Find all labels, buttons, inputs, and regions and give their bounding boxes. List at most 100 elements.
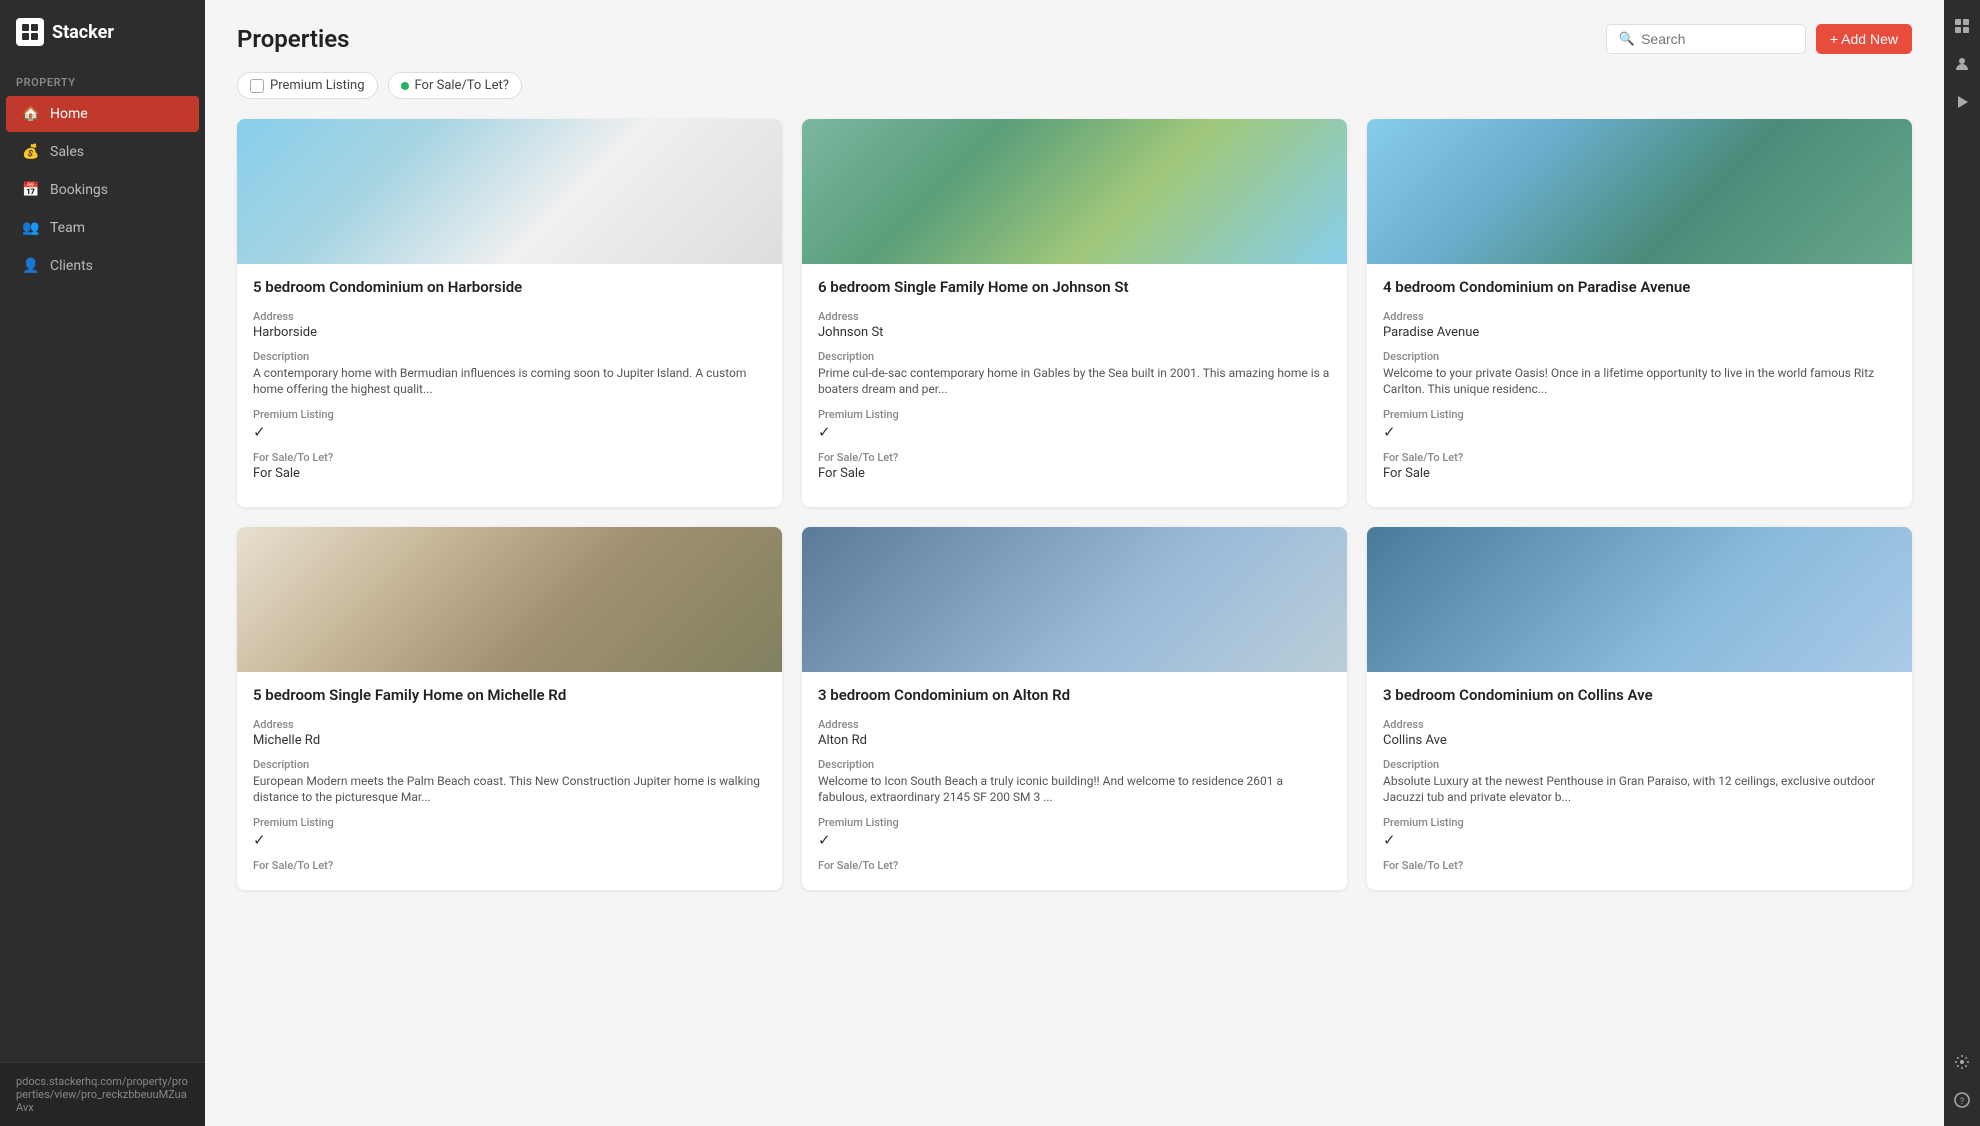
sales-icon: 💰 [22,143,40,161]
sidebar-item-sales-label: Sales [50,144,84,160]
card-image-wrapper-4 [237,527,782,672]
filter-forsale-label: For Sale/To Let? [415,78,509,93]
desc-value-1: A contemporary home with Bermudian influ… [253,365,766,399]
desc-value-4: European Modern meets the Palm Beach coa… [253,773,766,807]
address-label-4: Address [253,718,766,731]
desc-label-2: Description [818,350,1331,363]
sidebar-item-clients-label: Clients [50,258,93,274]
premium-check-5: ✓ [818,831,1331,849]
svg-text:?: ? [1960,1097,1964,1107]
desc-label-5: Description [818,758,1331,771]
desc-value-3: Welcome to your private Oasis! Once in a… [1383,365,1896,399]
card-title-4: 5 bedroom Single Family Home on Michelle… [253,686,766,706]
right-rail: ? [1944,0,1980,1126]
property-image-5 [802,527,1347,672]
card-title-6: 3 bedroom Condominium on Collins Ave [1383,686,1896,706]
property-card-4[interactable]: 5 bedroom Single Family Home on Michelle… [237,527,782,890]
desc-label-1: Description [253,350,766,363]
add-new-button[interactable]: + Add New [1816,24,1912,54]
sale-label-6: For Sale/To Let? [1383,859,1896,872]
property-image-6 [1367,527,1912,672]
sidebar-footer-url: pdocs.stackerhq.com/property/properties/… [0,1062,205,1126]
property-card-1[interactable]: 5 bedroom Condominium on Harborside Addr… [237,119,782,507]
sidebar-item-bookings[interactable]: 📅 Bookings [6,172,199,208]
sidebar-section-label: Property [0,62,205,95]
sidebar-item-home[interactable]: 🏠 Home [6,96,199,132]
card-image-wrapper-1 [237,119,782,264]
sidebar-item-team[interactable]: 👥 Team [6,210,199,246]
card-body-6: 3 bedroom Condominium on Collins Ave Add… [1367,672,1912,890]
property-card-3[interactable]: 4 bedroom Condominium on Paradise Avenue… [1367,119,1912,507]
sale-label-3: For Sale/To Let? [1383,451,1896,464]
rail-settings-icon[interactable] [1946,1046,1978,1078]
address-label-3: Address [1383,310,1896,323]
premium-label-4: Premium Listing [253,816,766,829]
property-card-6[interactable]: 3 bedroom Condominium on Collins Ave Add… [1367,527,1912,890]
desc-label-3: Description [1383,350,1896,363]
sidebar-item-clients[interactable]: 👤 Clients [6,248,199,284]
sale-label-2: For Sale/To Let? [818,451,1331,464]
property-image-2 [802,119,1347,264]
sale-label-1: For Sale/To Let? [253,451,766,464]
rail-play-icon[interactable] [1946,86,1978,118]
desc-value-6: Absolute Luxury at the newest Penthouse … [1383,773,1896,807]
address-value-6: Collins Ave [1383,733,1896,748]
home-icon: 🏠 [22,105,40,123]
card-title-1: 5 bedroom Condominium on Harborside [253,278,766,298]
filter-bar: Premium Listing For Sale/To Let? [237,72,1912,99]
page-header: Properties 🔍 + Add New [237,24,1912,54]
card-image-wrapper-6 [1367,527,1912,672]
address-label-5: Address [818,718,1331,731]
address-value-3: Paradise Avenue [1383,325,1896,340]
property-image-1 [237,119,782,264]
main-content: Properties 🔍 + Add New Premium Listing F… [205,0,1944,1126]
property-image-4 [237,527,782,672]
address-label-1: Address [253,310,766,323]
page-title: Properties [237,25,349,53]
filter-premium[interactable]: Premium Listing [237,72,378,99]
card-image-wrapper-3 [1367,119,1912,264]
premium-label-2: Premium Listing [818,408,1331,421]
property-card-2[interactable]: 6 bedroom Single Family Home on Johnson … [802,119,1347,507]
filter-premium-label: Premium Listing [270,78,365,93]
property-card-5[interactable]: 3 bedroom Condominium on Alton Rd Addres… [802,527,1347,890]
sale-value-3: For Sale [1383,466,1896,481]
rail-user-icon[interactable] [1946,48,1978,80]
rail-grid-icon[interactable] [1946,10,1978,42]
app-name: Stacker [52,22,114,43]
team-icon: 👥 [22,219,40,237]
rail-help-icon[interactable]: ? [1946,1084,1978,1116]
filter-forsale[interactable]: For Sale/To Let? [388,72,522,99]
premium-checkbox[interactable] [250,79,264,93]
sale-label-5: For Sale/To Let? [818,859,1331,872]
card-body-2: 6 bedroom Single Family Home on Johnson … [802,264,1347,507]
search-box[interactable]: 🔍 [1606,24,1806,54]
premium-check-3: ✓ [1383,423,1896,441]
sidebar-item-sales[interactable]: 💰 Sales [6,134,199,170]
search-icon: 🔍 [1619,32,1635,47]
sidebar-item-team-label: Team [50,220,85,236]
premium-check-4: ✓ [253,831,766,849]
header-actions: 🔍 + Add New [1606,24,1912,54]
premium-check-2: ✓ [818,423,1331,441]
desc-label-4: Description [253,758,766,771]
address-value-4: Michelle Rd [253,733,766,748]
sidebar: Stacker Property 🏠 Home 💰 Sales 📅 Bookin… [0,0,205,1126]
card-body-3: 4 bedroom Condominium on Paradise Avenue… [1367,264,1912,507]
address-value-1: Harborside [253,325,766,340]
search-input[interactable] [1641,31,1793,47]
card-body-4: 5 bedroom Single Family Home on Michelle… [237,672,782,890]
address-label-6: Address [1383,718,1896,731]
premium-check-6: ✓ [1383,831,1896,849]
card-title-5: 3 bedroom Condominium on Alton Rd [818,686,1331,706]
premium-check-1: ✓ [253,423,766,441]
logo-icon [16,18,44,46]
premium-label-3: Premium Listing [1383,408,1896,421]
forsale-dot [401,82,409,90]
address-value-5: Alton Rd [818,733,1331,748]
premium-label-1: Premium Listing [253,408,766,421]
card-body-5: 3 bedroom Condominium on Alton Rd Addres… [802,672,1347,890]
sidebar-item-bookings-label: Bookings [50,182,108,198]
card-title-2: 6 bedroom Single Family Home on Johnson … [818,278,1331,298]
card-title-3: 4 bedroom Condominium on Paradise Avenue [1383,278,1896,298]
